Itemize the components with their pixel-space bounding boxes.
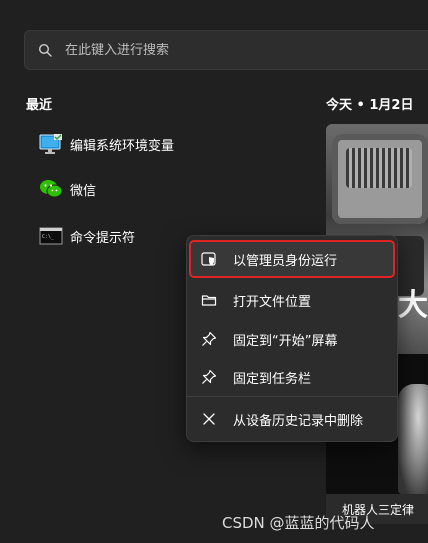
pin-icon [201,369,233,385]
recent-item-env-variables[interactable]: 编辑系统环境变量 [30,125,280,163]
menu-divider [187,396,397,397]
start-menu-search-panel: 最近 今天 • 1月2日 编辑系统环境变量 [0,0,428,543]
folder-icon [201,292,233,308]
menu-item-run-as-admin[interactable]: 以管理员身份运行 [189,240,395,278]
watermark: CSDN @蓝蓝的代码人 [222,514,375,532]
menu-item-pin-to-taskbar[interactable]: 固定到任务栏 [191,360,393,394]
search-box[interactable] [24,30,428,70]
news-date-header: 今天 • 1月2日 [326,98,414,113]
wechat-icon [36,177,66,201]
recent-section-title: 最近 [26,98,53,113]
svg-text:C:\_: C:\_ [42,234,55,240]
menu-item-label: 从设备历史记录中删除 [233,413,364,429]
search-icon [25,31,65,69]
search-input[interactable] [65,42,365,58]
close-icon [201,411,233,427]
menu-item-label: 固定到任务栏 [233,371,312,387]
pin-icon [201,331,233,347]
recent-item-label: 微信 [70,183,97,199]
news-photo-radio-grill [346,148,412,188]
monitor-settings-icon [36,132,66,156]
news-photo-robot [398,384,428,494]
menu-item-label: 固定到“开始”屏幕 [233,333,338,349]
shield-window-icon [201,251,233,267]
recent-item-label: 命令提示符 [70,230,136,246]
menu-item-open-file-location[interactable]: 打开文件位置 [191,283,393,317]
menu-item-label: 打开文件位置 [233,294,312,310]
menu-item-label: 以管理员身份运行 [233,253,338,269]
menu-item-remove-from-history[interactable]: 从设备历史记录中删除 [191,402,393,436]
menu-item-pin-to-start[interactable]: 固定到“开始”屏幕 [191,322,393,356]
news-headline-fragment: 大 [398,288,428,323]
terminal-icon: C:\_ [36,224,66,248]
recent-item-wechat[interactable]: 微信 [30,170,280,208]
recent-item-label: 编辑系统环境变量 [70,138,175,154]
context-menu: 以管理员身份运行 打开文件位置 固定到“开始”屏幕 固定到任务栏 从设备历史记录… [186,235,398,442]
